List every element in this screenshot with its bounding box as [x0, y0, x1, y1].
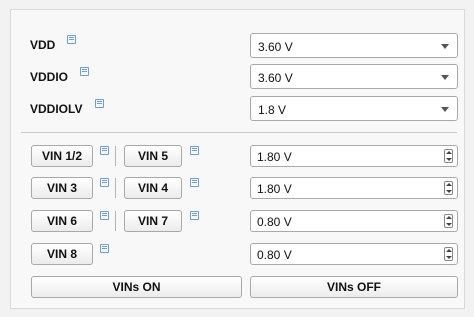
vin-3-4-value-field[interactable]: 1.80 V	[250, 177, 458, 199]
vddiolv-select[interactable]: 1.8 V	[250, 96, 458, 121]
vin-4-button[interactable]: VIN 4	[124, 177, 182, 199]
vddio-help-icon[interactable]	[80, 67, 89, 76]
vddio-value: 3.60 V	[258, 71, 293, 85]
vin-6-button[interactable]: VIN 6	[31, 210, 93, 232]
vddio-select[interactable]: 3.60 V	[250, 64, 458, 89]
vins-off-button[interactable]: VINs OFF	[250, 276, 458, 298]
vin-separator	[115, 211, 116, 231]
vin-8-value-field[interactable]: 0.80 V	[250, 243, 458, 265]
vin-separator	[115, 146, 116, 166]
section-divider	[21, 132, 457, 133]
vin-1-5-value-field[interactable]: 1.80 V	[250, 145, 458, 167]
vin-1-5-value: 1.80 V	[257, 150, 292, 164]
vin-6-help-icon[interactable]	[100, 211, 109, 220]
vin-7-button[interactable]: VIN 7	[124, 210, 182, 232]
vins-on-button[interactable]: VINs ON	[31, 276, 242, 298]
vin-8-button[interactable]: VIN 8	[31, 243, 93, 265]
vddiolv-help-icon[interactable]	[95, 99, 104, 108]
vin-separator	[115, 178, 116, 198]
vin-1-2-help-icon[interactable]	[100, 146, 109, 155]
vin-8-value: 0.80 V	[257, 248, 292, 262]
vddiolv-label: VDDIOLV	[30, 102, 83, 116]
vin-6-7-value: 0.80 V	[257, 215, 292, 229]
vdd-value: 3.60 V	[258, 40, 293, 54]
vin-8-help-icon[interactable]	[100, 244, 109, 253]
vddio-label: VDDIO	[30, 70, 69, 84]
vin-3-button[interactable]: VIN 3	[31, 177, 93, 199]
vin-3-4-value: 1.80 V	[257, 182, 292, 196]
vdd-select[interactable]: 3.60 V	[250, 33, 458, 58]
vin-1-2-button[interactable]: VIN 1/2	[31, 145, 93, 167]
vddiolv-value: 1.8 V	[258, 103, 287, 117]
spinner-icon[interactable]	[444, 181, 453, 195]
vin-7-help-icon[interactable]	[190, 211, 199, 220]
vin-5-button[interactable]: VIN 5	[124, 145, 182, 167]
vin-3-help-icon[interactable]	[100, 178, 109, 187]
chevron-down-icon	[441, 107, 449, 112]
vin-4-help-icon[interactable]	[190, 178, 199, 187]
spinner-icon[interactable]	[444, 247, 453, 261]
spinner-icon[interactable]	[444, 214, 453, 228]
vin-5-help-icon[interactable]	[190, 146, 199, 155]
vdd-label: VDD	[30, 38, 56, 52]
chevron-down-icon	[441, 44, 449, 49]
vin-6-7-value-field[interactable]: 0.80 V	[250, 210, 458, 232]
vdd-help-icon[interactable]	[67, 35, 76, 44]
chevron-down-icon	[441, 75, 449, 80]
spinner-icon[interactable]	[444, 149, 453, 163]
